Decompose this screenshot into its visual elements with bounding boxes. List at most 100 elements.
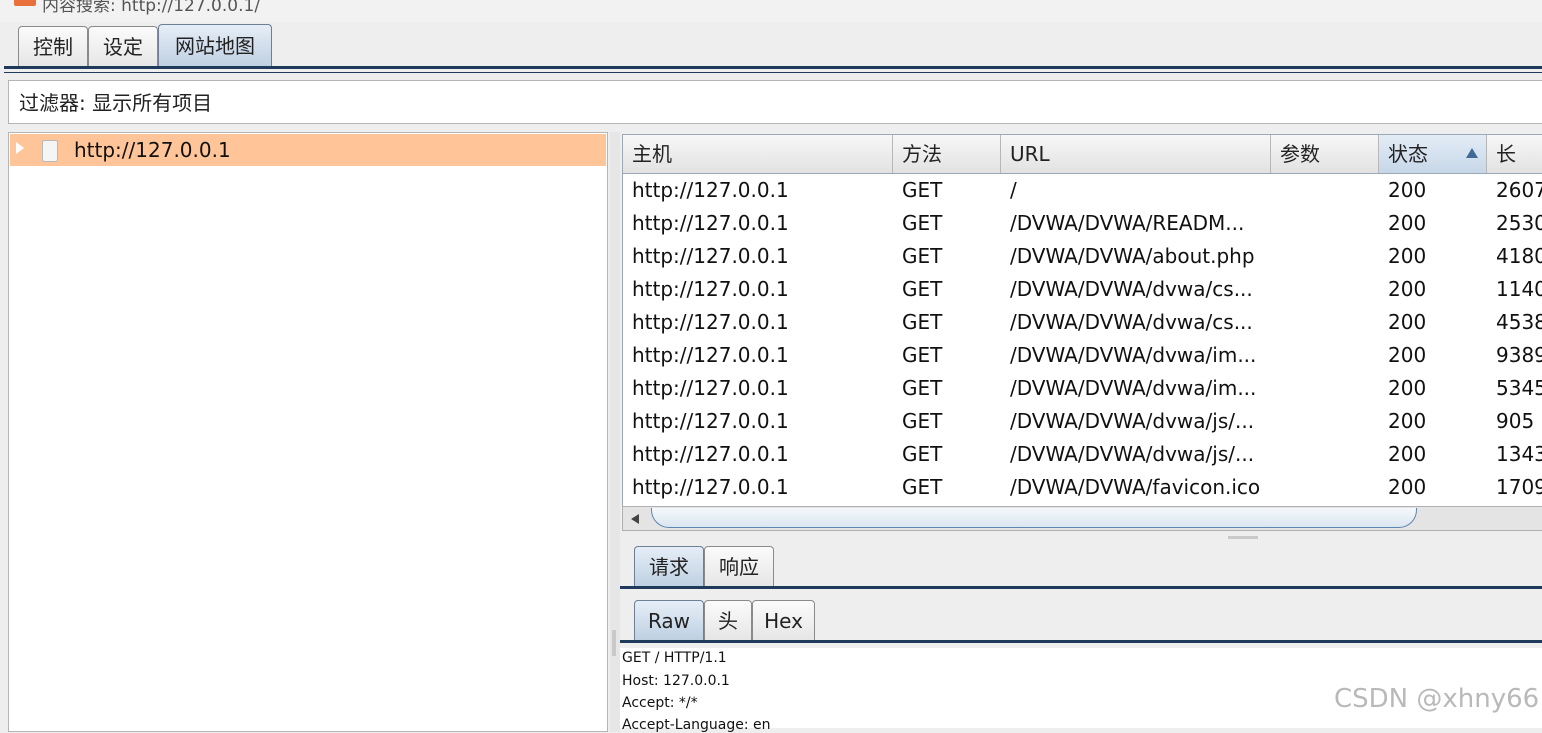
cell-host: http://127.0.0.1 (632, 376, 789, 400)
cell-length: 2530 (1496, 211, 1542, 235)
cell-method: GET (902, 376, 943, 400)
expand-arrow-icon[interactable] (16, 142, 24, 154)
column-header-status[interactable]: 状态 (1379, 135, 1487, 173)
view-tab-rule (620, 640, 1542, 643)
tab-response[interactable]: 响应 (704, 546, 774, 586)
document-icon (42, 140, 58, 162)
tab-request[interactable]: 请求 (634, 546, 704, 586)
cell-host: http://127.0.0.1 (632, 310, 789, 334)
cell-host: http://127.0.0.1 (632, 277, 789, 301)
cell-length: 1140 (1496, 277, 1542, 301)
cell-method: GET (902, 475, 943, 499)
tab-rule (4, 66, 1542, 69)
cell-status: 200 (1388, 244, 1427, 268)
cell-status: 200 (1388, 409, 1427, 433)
app-icon (14, 0, 36, 6)
splitter-grip[interactable] (612, 630, 616, 656)
table-body: http://127.0.0.1 GET/200 2607 http://127.0.… (623, 174, 1542, 504)
cell-host: http://127.0.0.1 (632, 178, 789, 202)
horizontal-scrollbar[interactable] (622, 506, 1542, 531)
table-row[interactable]: http://127.0.0.1 GET/DVWA/DVWA/READM... 20… (623, 207, 1542, 240)
cell-length: 2607 (1496, 178, 1542, 202)
watermark: CSDN @xhny66 (1334, 684, 1540, 714)
cell-host: http://127.0.0.1 (632, 343, 789, 367)
tree-item-host[interactable]: http://127.0.0.1 (10, 134, 606, 166)
tree-item-label: http://127.0.0.1 (74, 138, 231, 162)
cell-url: /DVWA/DVWA/about.php (1010, 244, 1255, 268)
cell-url: /DVWA/DVWA/READM... (1010, 211, 1245, 235)
tab-headers[interactable]: 头 (704, 600, 752, 640)
cell-url: /DVWA/DVWA/dvwa/im... (1010, 376, 1257, 400)
request-line: Accept: */* (622, 695, 698, 711)
tab-rule-thin (4, 72, 1542, 73)
table-header: 主机 方法 URL 参数 状态 长 (623, 135, 1542, 174)
filter-bar[interactable]: 过滤器: 显示所有项目 (8, 80, 1542, 124)
column-header-params[interactable]: 参数 (1271, 135, 1379, 173)
cell-url: /DVWA/DVWA/dvwa/js/... (1010, 442, 1255, 466)
tab-site-map[interactable]: 网站地图 (158, 24, 272, 66)
request-line: Host: 127.0.0.1 (622, 673, 730, 689)
window-title-bar: 内容搜索: http://127.0.0.1/ (0, 0, 1542, 22)
column-header-url[interactable]: URL (1001, 135, 1271, 173)
cell-host: http://127.0.0.1 (632, 244, 789, 268)
tab-control[interactable]: 控制 (18, 26, 88, 66)
cell-length: 905 (1496, 409, 1535, 433)
message-tab-rule (620, 586, 1542, 589)
cell-status: 200 (1388, 277, 1427, 301)
request-line: Accept-Language: en (622, 717, 771, 733)
table-row[interactable]: http://127.0.0.1 GET / 200 2607 (623, 174, 1542, 207)
table-row[interactable]: http://127.0.0.1 GET/DVWA/DVWA/favicon.ic… (623, 471, 1542, 504)
tab-hex[interactable]: Hex (752, 600, 815, 640)
table-row[interactable]: http://127.0.0.1 GET/DVWA/DVWA/dvwa/im...… (623, 339, 1542, 372)
cell-method: GET (902, 442, 943, 466)
cell-url: / (1010, 178, 1017, 202)
cell-url: /DVWA/DVWA/dvwa/cs... (1010, 277, 1253, 301)
scrollbar-thumb[interactable] (651, 508, 1417, 528)
column-header-method[interactable]: 方法 (893, 135, 1001, 173)
cell-method: GET (902, 310, 943, 334)
table-row[interactable]: http://127.0.0.1 GET/DVWA/DVWA/dvwa/cs...… (623, 306, 1542, 339)
cell-length: 4538 (1496, 310, 1542, 334)
tab-raw[interactable]: Raw (634, 600, 704, 640)
site-map-table: 主机 方法 URL 参数 状态 长 http://127.0.0.1 GET / 20… (622, 134, 1542, 508)
site-tree: http://127.0.0.1 (8, 132, 608, 732)
cell-length: 4180 (1496, 244, 1542, 268)
tab-settings[interactable]: 设定 (88, 26, 158, 66)
cell-length: 1343 (1496, 442, 1542, 466)
cell-url: /DVWA/DVWA/dvwa/js/... (1010, 409, 1255, 433)
cell-status: 200 (1388, 442, 1427, 466)
scroll-left-icon[interactable] (631, 514, 639, 524)
cell-url: /DVWA/DVWA/dvwa/cs... (1010, 310, 1253, 334)
cell-status: 200 (1388, 211, 1427, 235)
cell-host: http://127.0.0.1 (632, 211, 789, 235)
cell-method: GET (902, 277, 943, 301)
cell-length: 1709 (1496, 475, 1542, 499)
sort-ascending-icon (1466, 148, 1478, 158)
request-line: GET / HTTP/1.1 (622, 650, 727, 666)
cell-method: GET (902, 343, 943, 367)
table-row[interactable]: http://127.0.0.1 GET/DVWA/DVWA/dvwa/cs...… (623, 273, 1542, 306)
cell-status: 200 (1388, 343, 1427, 367)
cell-status: 200 (1388, 376, 1427, 400)
cell-length: 9389 (1496, 343, 1542, 367)
table-row[interactable]: http://127.0.0.1 GET/DVWA/DVWA/dvwa/im...… (623, 372, 1542, 405)
cell-host: http://127.0.0.1 (632, 442, 789, 466)
table-row[interactable]: http://127.0.0.1 GET/DVWA/DVWA/about.php 2… (623, 240, 1542, 273)
cell-method: GET (902, 409, 943, 433)
column-header-host[interactable]: 主机 (623, 135, 893, 173)
cell-length: 5345 (1496, 376, 1542, 400)
cell-method: GET (902, 178, 943, 202)
table-row[interactable]: http://127.0.0.1 GET/DVWA/DVWA/dvwa/js/..… (623, 438, 1542, 471)
cell-url: /DVWA/DVWA/favicon.ico (1010, 475, 1261, 499)
column-header-status-label: 状态 (1388, 142, 1428, 166)
column-header-length[interactable]: 长 (1487, 135, 1542, 173)
table-row[interactable]: http://127.0.0.1 GET/DVWA/DVWA/dvwa/js/..… (623, 405, 1542, 438)
cell-status: 200 (1388, 178, 1427, 202)
cell-url: /DVWA/DVWA/dvwa/im... (1010, 343, 1257, 367)
cell-method: GET (902, 211, 943, 235)
cell-status: 200 (1388, 475, 1427, 499)
panel-divider-grip[interactable] (1228, 536, 1258, 539)
cell-method: GET (902, 244, 943, 268)
cell-status: 200 (1388, 310, 1427, 334)
cell-host: http://127.0.0.1 (632, 409, 789, 433)
